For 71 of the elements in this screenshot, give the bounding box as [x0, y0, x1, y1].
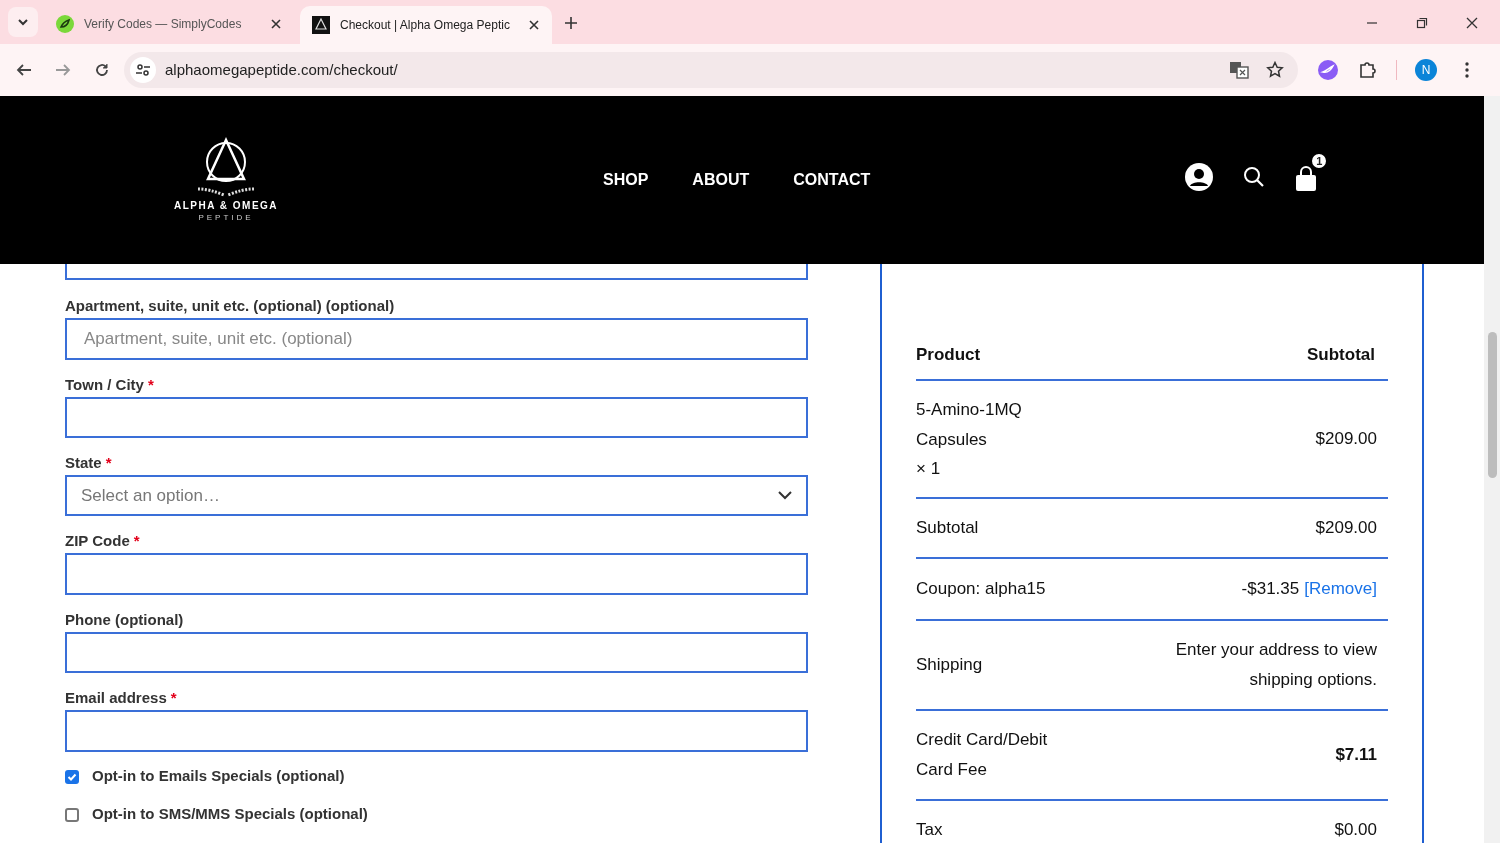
browser-tab[interactable]: Verify Codes — SimplyCodes — [44, 5, 294, 43]
checkbox[interactable] — [65, 769, 79, 784]
text-field[interactable] — [65, 264, 808, 281]
row-label: Credit Card/Debit Card Fee — [916, 729, 1049, 781]
row-label: Subtotal — [916, 517, 980, 539]
close-icon[interactable] — [270, 18, 282, 30]
bookmark-star-icon[interactable] — [1266, 61, 1284, 79]
column-header: Subtotal — [1307, 344, 1375, 367]
field-label: ZIP Code — [65, 531, 130, 552]
browser-tab[interactable]: Checkout | Alpha Omega Peptic — [300, 6, 552, 44]
url-text: alphaomegapeptide.com/checkout/ — [165, 59, 399, 80]
checkbox[interactable] — [65, 807, 79, 822]
nav-link[interactable]: SHOP — [603, 168, 649, 192]
forward-icon[interactable] — [55, 62, 71, 78]
text-field[interactable]: Apartment, suite, unit etc. (optional) — [65, 318, 808, 360]
state-select[interactable]: Select an option… — [65, 475, 808, 517]
profile-avatar[interactable]: N — [1415, 59, 1437, 81]
text-field[interactable] — [65, 396, 808, 439]
row-label: Shipping — [916, 654, 984, 676]
checkbox-label: Opt-in to Emails Specials (optional) — [92, 766, 345, 787]
remove-coupon-link[interactable]: [Remove] — [1304, 576, 1377, 602]
scrollbar[interactable] — [1484, 96, 1500, 843]
nav-link[interactable]: ABOUT — [692, 168, 750, 192]
row-value: $7.11 — [1334, 744, 1377, 766]
row-label: Tax — [916, 819, 944, 841]
text-field[interactable] — [65, 631, 808, 674]
address-bar[interactable]: alphaomegapeptide.com/checkout/ — [124, 52, 1298, 88]
nav-link[interactable]: CONTACT — [793, 168, 871, 192]
tab-title: Verify Codes — SimplyCodes — [84, 16, 243, 33]
back-icon[interactable] — [16, 62, 32, 78]
required-marker: * — [105, 453, 112, 474]
search-icon[interactable] — [1243, 166, 1266, 188]
new-tab-icon[interactable] — [564, 16, 578, 30]
shopping-bag-icon[interactable] — [1295, 166, 1318, 192]
line-amount: $209.00 — [1315, 428, 1377, 451]
text-field[interactable] — [65, 553, 808, 595]
text-field[interactable] — [65, 710, 808, 752]
logo-subtext: PEPTIDE — [198, 213, 254, 223]
discount-amount: -$31.35 — [1241, 578, 1300, 601]
site-settings-icon[interactable] — [130, 57, 156, 83]
close-icon[interactable] — [1466, 17, 1478, 29]
leaf-icon — [56, 15, 74, 33]
menu-icon[interactable] — [1465, 62, 1469, 78]
restore-icon[interactable] — [1416, 17, 1428, 29]
field-label: Email address — [65, 688, 167, 709]
row-value: Enter your address to view shipping options. — [1174, 639, 1377, 691]
tab-title: Checkout | Alpha Omega Peptic — [340, 17, 511, 34]
field-label: Phone (optional) — [65, 609, 184, 630]
row-value: $0.00 — [1333, 819, 1377, 841]
chevron-down-icon — [778, 491, 792, 501]
checkbox-label: Opt-in to SMS/MMS Specials (optional) — [92, 804, 368, 825]
account-icon[interactable] — [1185, 163, 1214, 191]
reload-icon[interactable] — [94, 62, 110, 78]
row-value: $209.00 — [1314, 517, 1377, 539]
cart-count-badge: 1 — [1310, 152, 1329, 170]
product-name: 5-Amino-1MQ Capsules — [916, 399, 1023, 451]
tab-search-button[interactable] — [8, 7, 38, 37]
extension-icon[interactable] — [1318, 60, 1338, 80]
required-marker: * — [147, 374, 154, 395]
logo-text: ALPHA & OMEGA — [173, 199, 279, 213]
field-label: Apartment, suite, unit etc. (optional) (optional) — [65, 296, 395, 317]
field-label: Town / City — [65, 374, 144, 395]
field-label: State — [65, 453, 102, 474]
puzzle-icon[interactable] — [1358, 60, 1378, 80]
required-marker: * — [133, 531, 140, 552]
product-quantity: × 1 — [916, 458, 942, 480]
row-label: Coupon: alpha15 — [916, 578, 1046, 600]
translate-icon[interactable] — [1229, 61, 1249, 79]
close-icon[interactable] — [528, 19, 540, 31]
required-marker: * — [170, 688, 177, 709]
column-header: Product — [916, 344, 981, 367]
